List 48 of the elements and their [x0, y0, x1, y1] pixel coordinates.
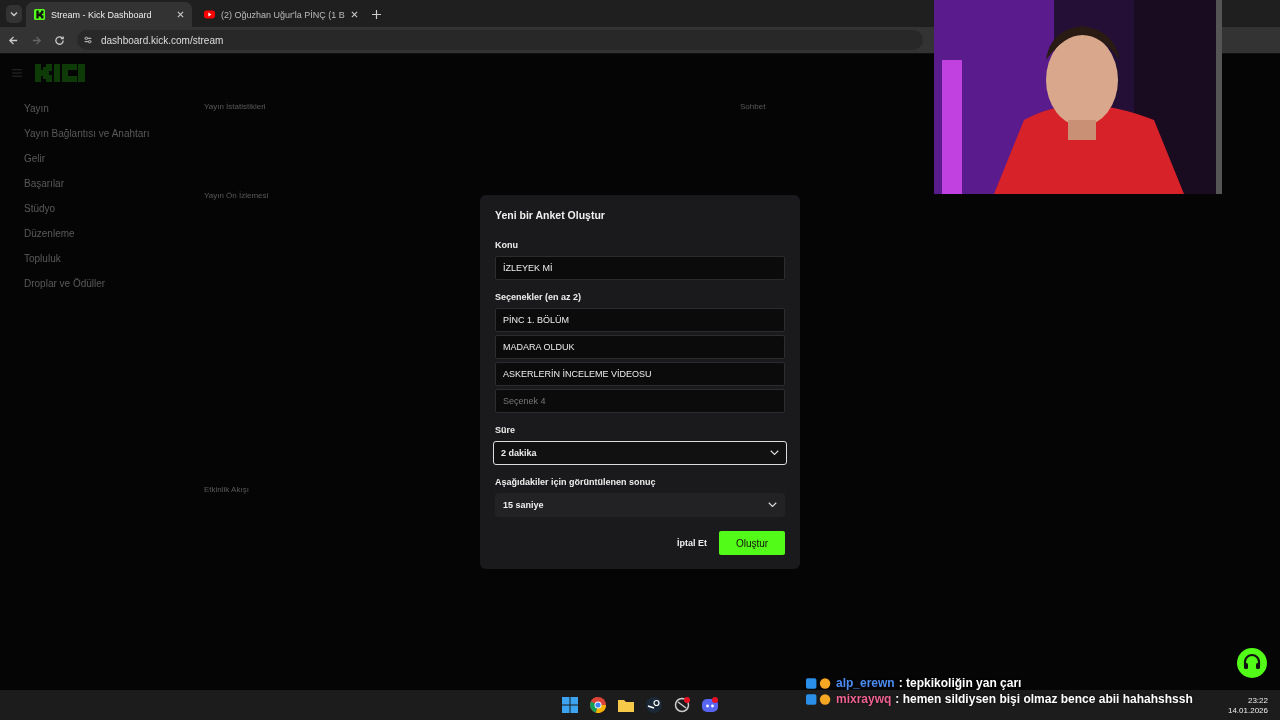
option-field[interactable]: Seçenek 4 [495, 389, 785, 413]
new-tab-button[interactable] [372, 10, 381, 19]
back-icon[interactable] [8, 34, 19, 46]
reload-icon[interactable] [54, 34, 65, 46]
chevron-down-icon [770, 450, 779, 456]
option-field[interactable]: PİNC 1. BÖLÜM [495, 308, 785, 332]
chat-app-icon[interactable] [702, 697, 718, 713]
play-icon [204, 9, 215, 20]
result-duration-dropdown[interactable]: 15 saniye [495, 493, 785, 517]
chevron-down-icon [768, 502, 777, 508]
support-icon[interactable] [1237, 648, 1267, 678]
badge-icon [806, 692, 832, 706]
field-label: Süre [495, 425, 516, 435]
badge-icon [806, 676, 832, 690]
option-field[interactable]: MADARA OLDUK [495, 335, 785, 359]
panel-title: Yayın Ön İzlemesi [204, 191, 270, 200]
chat-username: alp_erewn [836, 676, 895, 690]
chat-message: : hemen sildiysen bişi olmaz bence abii hahahshssh [895, 692, 1193, 706]
panel-title: Etkinlik Akışı [204, 485, 250, 494]
field-label: Seçenekler (en az 2) [495, 292, 583, 302]
logo-icon [34, 64, 86, 82]
topic-field[interactable]: İZLEYEK Mİ [495, 256, 785, 280]
clock-time: 23:22 [1247, 695, 1268, 705]
panel-title: Sohbet [740, 102, 767, 111]
kick-logo-icon [34, 9, 45, 20]
browser-icon[interactable] [590, 697, 606, 713]
duration-dropdown[interactable]: 2 dakika [493, 441, 787, 465]
windows-start-icon[interactable] [562, 697, 578, 713]
folder-icon[interactable] [618, 697, 634, 713]
panel-title: Yayın İstatistikleri [204, 102, 267, 111]
app-icon[interactable] [674, 697, 690, 713]
browser-tab[interactable]: Stream - Kick Dashboard [26, 2, 192, 27]
clock-date: 14.01.2026 [1227, 705, 1268, 715]
chat-username: mixraywq [836, 692, 892, 706]
chat-message: : tepkikoliğin yan çarı [898, 676, 1022, 690]
address-field[interactable]: dashboard.kick.com/stream [77, 30, 923, 50]
field-label: Konu [495, 240, 519, 250]
cancel-button[interactable]: İptal Et [677, 534, 707, 552]
create-button[interactable]: Oluştur [719, 531, 785, 555]
close-icon[interactable] [177, 11, 184, 18]
tab-list-button[interactable] [6, 5, 22, 23]
option-field[interactable]: ASKERLERİN İNCELEME VİDEOSU [495, 362, 785, 386]
dialog-title: Yeni bir Anket Oluştur [495, 209, 606, 221]
steam-icon[interactable] [646, 697, 662, 713]
field-label: Aşağıdakiler için görüntülenen sonuç [495, 477, 657, 487]
close-icon[interactable] [350, 11, 358, 18]
site-settings-icon[interactable] [83, 35, 93, 45]
browser-tab[interactable]: (2) Oğuzhan Uğur'la PİNÇ (1 B [196, 2, 362, 27]
